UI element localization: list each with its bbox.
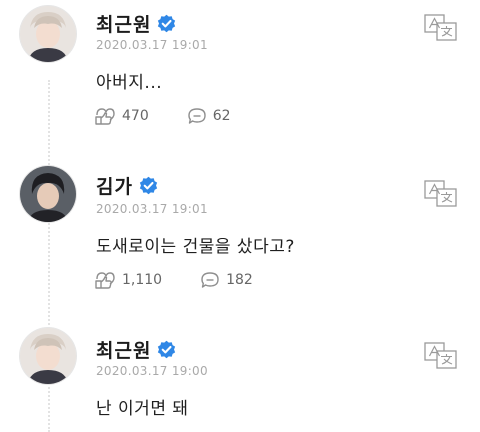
avatar-photo-icon: [20, 166, 76, 222]
verified-badge-icon: [157, 14, 176, 33]
avatar-photo-icon: [20, 328, 76, 384]
avatar[interactable]: [20, 166, 76, 222]
post-message: 난 이거면 돼: [96, 399, 189, 419]
comment-icon: [201, 272, 219, 288]
post-message: 아버지...: [96, 73, 163, 93]
comment-button[interactable]: 62: [187, 107, 231, 125]
verified-badge-icon: [157, 340, 176, 359]
verified-badge-icon: [139, 176, 158, 195]
comment-icon: [188, 108, 206, 124]
comment-button[interactable]: 182: [200, 271, 253, 289]
translate-icon[interactable]: [424, 180, 458, 208]
author-name[interactable]: 최근원: [96, 336, 151, 363]
like-count: 1,110: [122, 272, 163, 288]
avatar-photo-icon: [20, 6, 76, 62]
like-button[interactable]: 470: [94, 106, 149, 126]
author-name[interactable]: 최근원: [96, 10, 151, 37]
like-button[interactable]: 1,110: [94, 270, 162, 290]
avatar[interactable]: [20, 6, 76, 62]
translate-icon[interactable]: [424, 14, 458, 42]
post-message: 도새로이는 건물을 샀다고?: [96, 237, 295, 257]
like-icon: [95, 108, 115, 125]
like-icon: [95, 272, 115, 289]
comment-count: 62: [212, 108, 231, 124]
avatar[interactable]: [20, 328, 76, 384]
timestamp: 2020.03.17 19:01: [96, 202, 208, 216]
like-count: 470: [122, 108, 149, 124]
translate-icon[interactable]: [424, 342, 458, 370]
author-name[interactable]: 김가: [96, 172, 133, 199]
timestamp: 2020.03.17 19:00: [96, 364, 208, 378]
comment-count: 182: [226, 272, 253, 288]
timestamp: 2020.03.17 19:01: [96, 38, 208, 52]
